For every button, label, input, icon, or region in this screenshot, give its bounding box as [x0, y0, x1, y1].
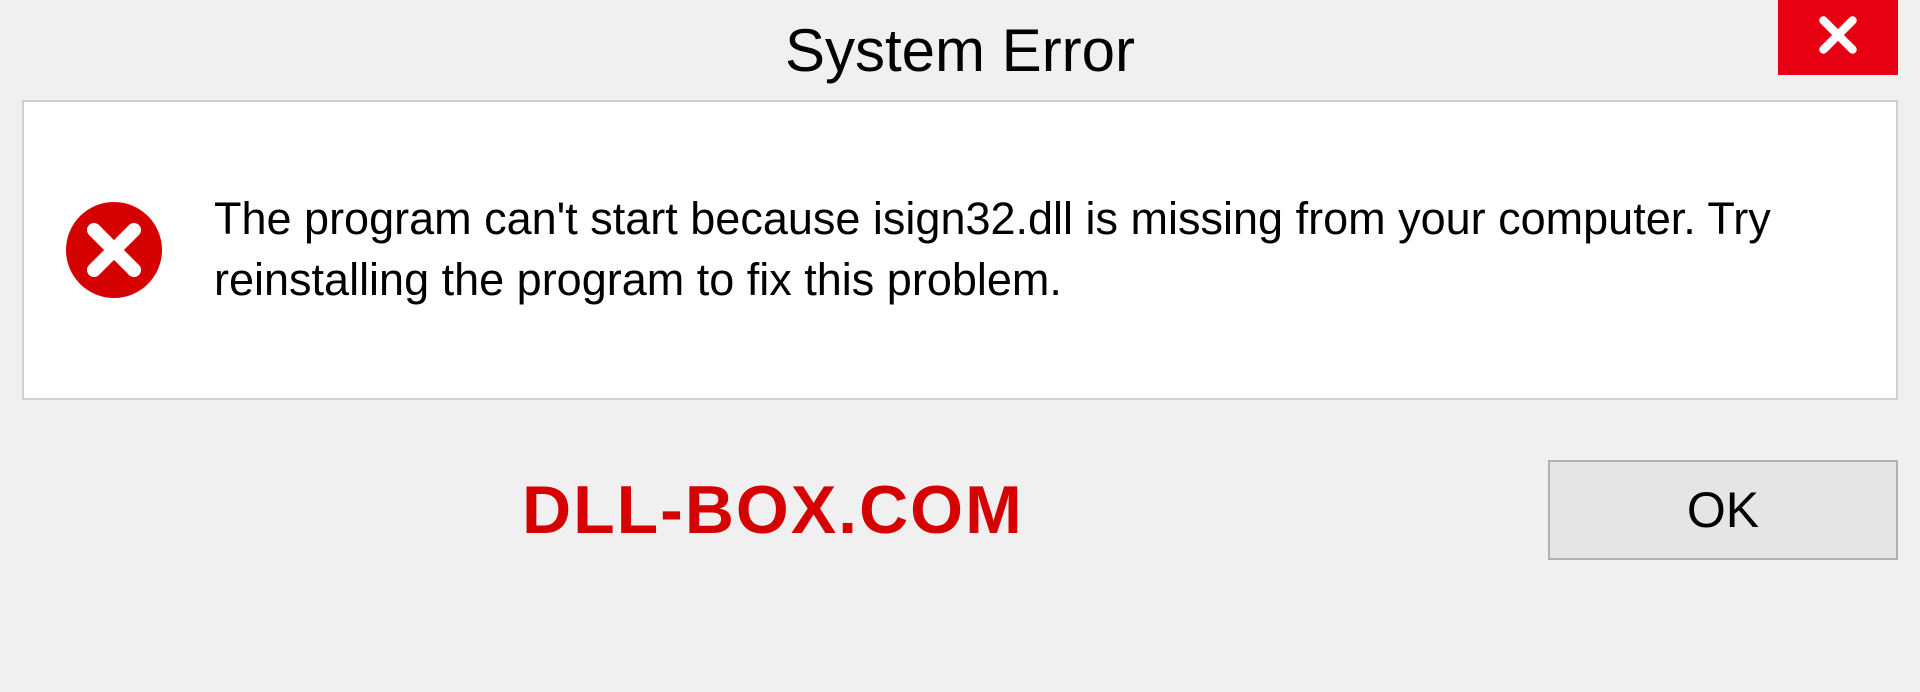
ok-button-label: OK: [1687, 481, 1759, 539]
dialog-body: The program can't start because isign32.…: [22, 100, 1898, 400]
ok-button[interactable]: OK: [1548, 460, 1898, 560]
error-icon: [64, 200, 164, 300]
close-button[interactable]: [1778, 0, 1898, 75]
titlebar: System Error: [0, 0, 1920, 100]
dialog-footer: DLL-BOX.COM OK: [22, 430, 1898, 590]
dialog-title: System Error: [785, 16, 1135, 85]
watermark-text: DLL-BOX.COM: [522, 471, 1024, 549]
close-icon: [1813, 10, 1863, 65]
error-message: The program can't start because isign32.…: [214, 189, 1856, 311]
error-dialog: System Error The program can't start bec…: [0, 0, 1920, 692]
